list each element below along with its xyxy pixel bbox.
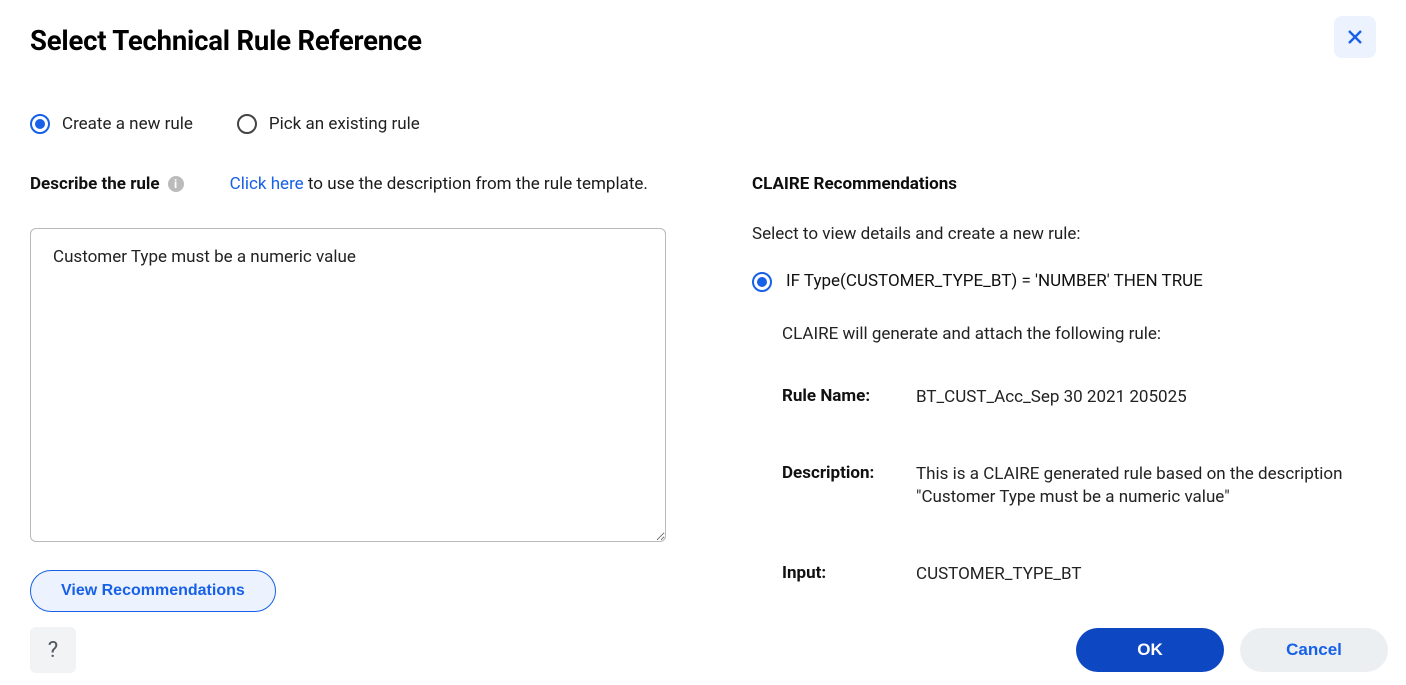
view-recommendations-button[interactable]: View Recommendations bbox=[30, 570, 276, 612]
close-button[interactable] bbox=[1334, 16, 1376, 58]
rule-description-textarea[interactable] bbox=[30, 228, 666, 542]
template-link-group: Click here to use the description from t… bbox=[230, 174, 648, 194]
input-label: Input: bbox=[782, 563, 908, 586]
rule-name-value: BT_CUST_Acc_Sep 30 2021 205025 bbox=[916, 386, 1376, 409]
attach-note: CLAIRE will generate and attach the foll… bbox=[782, 324, 1376, 344]
footer-actions: OK Cancel bbox=[1076, 628, 1388, 672]
recommendations-title: CLAIRE Recommendations bbox=[752, 174, 1376, 194]
recommendation-details: Rule Name: BT_CUST_Acc_Sep 30 2021 20502… bbox=[782, 386, 1376, 586]
describe-label-row: Describe the rule i Click here to use th… bbox=[30, 174, 666, 194]
input-value: CUSTOMER_TYPE_BT bbox=[916, 563, 1376, 586]
radio-label: Create a new rule bbox=[62, 114, 193, 134]
describe-label: Describe the rule bbox=[30, 174, 160, 194]
radio-icon bbox=[752, 272, 772, 292]
help-button[interactable]: ? bbox=[30, 627, 76, 673]
radio-icon bbox=[30, 114, 50, 134]
info-icon[interactable]: i bbox=[168, 176, 184, 192]
radio-label: Pick an existing rule bbox=[269, 114, 420, 134]
template-suffix: to use the description from the rule tem… bbox=[304, 174, 648, 194]
radio-icon bbox=[237, 114, 257, 134]
use-template-link[interactable]: Click here bbox=[230, 174, 304, 194]
mode-radio-group: Create a new rule Pick an existing rule bbox=[30, 114, 1376, 134]
recommendations-subtitle: Select to view details and create a new … bbox=[752, 224, 1376, 244]
description-value: This is a CLAIRE generated rule based on… bbox=[916, 463, 1376, 509]
right-column: CLAIRE Recommendations Select to view de… bbox=[752, 174, 1376, 612]
dialog-select-technical-rule-reference: Select Technical Rule Reference Create a… bbox=[0, 0, 1406, 685]
content-columns: Describe the rule i Click here to use th… bbox=[30, 174, 1376, 612]
radio-create-new-rule[interactable]: Create a new rule bbox=[30, 114, 193, 134]
rule-name-label: Rule Name: bbox=[782, 386, 908, 409]
dialog-header: Select Technical Rule Reference bbox=[30, 20, 1376, 58]
cancel-button[interactable]: Cancel bbox=[1240, 628, 1388, 672]
description-label: Description: bbox=[782, 463, 908, 509]
footer: ? OK Cancel bbox=[30, 627, 1388, 673]
ok-button[interactable]: OK bbox=[1076, 628, 1224, 672]
radio-pick-existing-rule[interactable]: Pick an existing rule bbox=[237, 114, 420, 134]
dialog-title: Select Technical Rule Reference bbox=[30, 24, 422, 57]
help-icon: ? bbox=[48, 638, 58, 663]
recommendation-option[interactable]: IF Type(CUSTOMER_TYPE_BT) = 'NUMBER' THE… bbox=[752, 272, 1376, 292]
recommendation-expression: IF Type(CUSTOMER_TYPE_BT) = 'NUMBER' THE… bbox=[786, 271, 1203, 291]
left-column: Describe the rule i Click here to use th… bbox=[30, 174, 666, 612]
close-icon bbox=[1346, 28, 1364, 46]
